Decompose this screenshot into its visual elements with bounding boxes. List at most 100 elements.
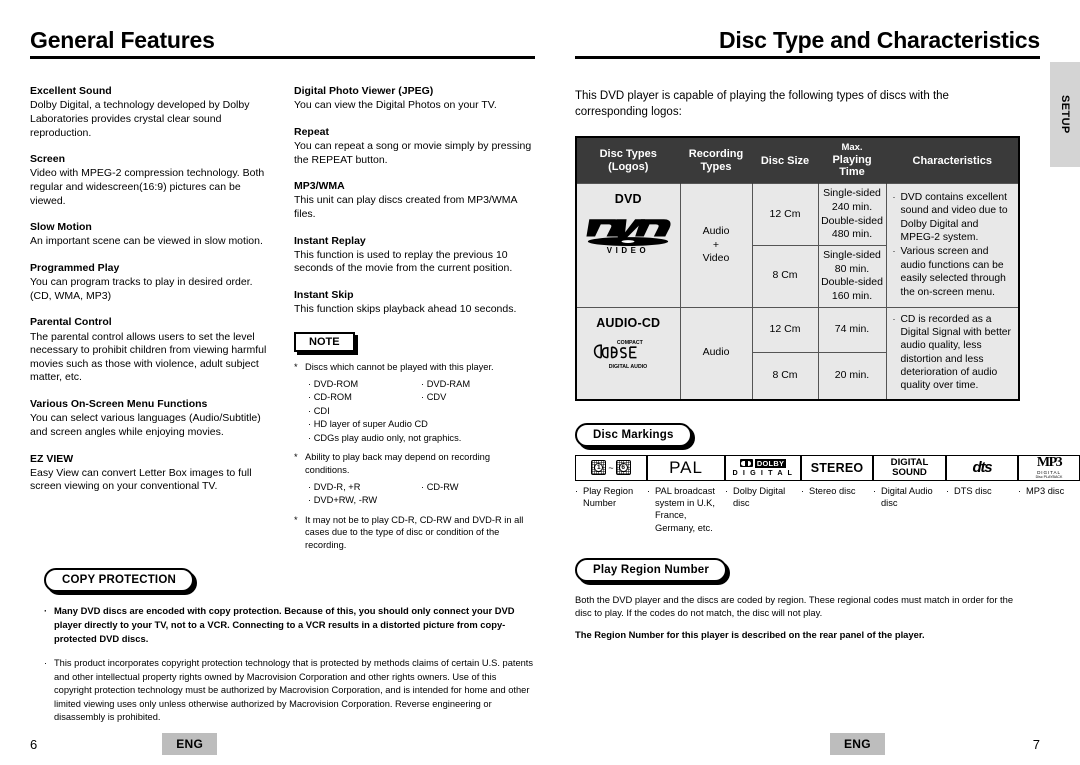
digital-sound-logo-icon: DIGITAL SOUND xyxy=(873,454,946,481)
feature-parental-control: Parental Control The parental control al… xyxy=(30,316,270,385)
copy-protection-text: Many DVD discs are encoded with copy pro… xyxy=(54,605,515,645)
feature-body: The parental control allows users to set… xyxy=(30,330,267,384)
cell-dvd-characteristics: · DVD contains excellent sound and video… xyxy=(885,183,1020,308)
list-item: · CD-RW xyxy=(421,481,459,492)
tilde-glyph: ~ xyxy=(608,462,614,473)
feature-heading: Instant Replay xyxy=(294,234,366,247)
asterisk-icon: * xyxy=(294,361,298,372)
column-header-disc-types: Disc Types (Logos) xyxy=(576,137,681,184)
feature-body: Dolby Digital, a technology developed by… xyxy=(30,99,250,139)
copy-protection-item: · This product incorporates copyright pr… xyxy=(44,657,534,724)
characteristic-item: · Various screen and audio functions can… xyxy=(892,246,1006,298)
disc-markings-section: Disc Markings 1 ~ 6 · Play Region Number xyxy=(575,422,1080,534)
svg-text:VIDEO: VIDEO xyxy=(607,246,649,255)
feature-heading: Repeat xyxy=(294,125,330,138)
column-header-characteristics: Characteristics xyxy=(886,137,1019,184)
double-d-icon xyxy=(739,459,753,468)
setup-side-tab[interactable]: SETUP xyxy=(1050,62,1080,167)
table-row-audio-cd: AUDIO-CD COMPACT DIGITAL AUDIO Audio 12 … xyxy=(575,306,1020,401)
setup-side-tab-label: SETUP xyxy=(1059,95,1071,134)
feature-heading: Instant Skip xyxy=(294,289,354,302)
feature-heading: Digital Photo Viewer (JPEG) xyxy=(294,85,434,98)
stereo-logo-icon: STEREO xyxy=(801,454,873,481)
cell-audio-cd-recording-types: Audio xyxy=(679,306,753,401)
mp3-logo-icon: MP3 DIGITAL Disc PLAYBACK xyxy=(1018,454,1080,481)
page-number-right: 7 xyxy=(1032,736,1040,752)
feature-excellent-sound: Excellent Sound Dolby Digital, a technol… xyxy=(30,85,270,140)
note-label: NOTE xyxy=(294,331,355,352)
cell-dvd-recording-types: Audio + Video xyxy=(679,183,753,308)
feature-heading: Screen xyxy=(30,153,66,166)
feature-slow-motion: Slow Motion An important scene can be vi… xyxy=(30,221,270,249)
pal-logo-icon: PAL xyxy=(647,454,725,481)
marking-caption: · DTS disc xyxy=(946,485,992,496)
feature-screen: Screen Video with MPEG-2 compression tec… xyxy=(30,153,270,208)
play-region-bold-text: The Region Number for this player is des… xyxy=(575,629,925,641)
cell-audio-cd-time-8cm: 20 min. xyxy=(817,352,887,401)
feature-ez-view: EZ VIEW Easy View can convert Letter Box… xyxy=(30,453,270,494)
marking-caption: · Digital Audio disc xyxy=(873,485,933,509)
disc-type-table: Disc Types (Logos) Recording Types Disc Si… xyxy=(575,136,1020,401)
column-2: Digital Photo Viewer (JPEG) You can view… xyxy=(294,85,534,556)
disc-name-dvd: DVD xyxy=(614,192,642,207)
note-body: * Discs which cannot be played with this… xyxy=(294,361,534,552)
marking-digital-sound: DIGITAL SOUND · Digital Audio disc xyxy=(873,454,946,510)
table-header-row: Disc Types (Logos) Recording Types Disc Si… xyxy=(576,137,1019,184)
feature-body: This function is used to replay the prev… xyxy=(294,248,513,275)
region-chip-1: 1 xyxy=(591,460,607,476)
feature-instant-replay: Instant Replay This function is used to … xyxy=(294,235,534,276)
bullet-icon: · xyxy=(946,485,950,496)
disc-markings-row: 1 ~ 6 · Play Region Number PAL · PAL bro… xyxy=(575,454,1080,534)
characteristic-item: · CD is recorded as a Digital Signal wit… xyxy=(892,313,1011,392)
disc-name-audio-cd: AUDIO-CD xyxy=(596,315,661,330)
feature-body: You can select various languages (Audio/… xyxy=(30,412,261,438)
feature-body: This function skips playback ahead 10 se… xyxy=(294,303,517,316)
feature-body: Video with MPEG-2 compression technology… xyxy=(30,167,265,207)
cell-dvd-logo: DVD VIDEO xyxy=(575,183,681,308)
footer-left: 6 ENG xyxy=(30,733,535,755)
cell-audio-cd-size-8cm: 8 Cm xyxy=(751,352,819,401)
feature-body: This unit can play discs created from MP… xyxy=(294,194,517,221)
feature-heading: Parental Control xyxy=(30,316,112,329)
bullet-icon: · xyxy=(44,605,48,616)
bullet-icon: · xyxy=(647,485,651,496)
column-header-disc-size: Disc Size xyxy=(752,137,819,184)
marking-stereo: STEREO · Stereo disc xyxy=(801,454,873,497)
left-content-columns: Excellent Sound Dolby Digital, a technol… xyxy=(30,85,535,556)
copy-protection-body: · Many DVD discs are encoded with copy p… xyxy=(44,604,534,725)
feature-mp3-wma: MP3/WMA This unit can play discs created… xyxy=(294,180,534,221)
cell-dvd-time-8cm: Single-sided 80 min. Double-sided 160 min. xyxy=(817,244,887,308)
marking-dolby-digital: DOLBY D I G I T A L · Dolby Digital disc xyxy=(725,454,801,510)
marking-pal: PAL · PAL broadcast system in U.K, Franc… xyxy=(647,454,725,534)
asterisk-icon: * xyxy=(294,452,298,463)
language-badge-right: ENG xyxy=(830,733,885,755)
marking-mp3: MP3 DIGITAL Disc PLAYBACK · MP3 disc xyxy=(1018,454,1080,497)
intro-text: This DVD player is capable of playing th… xyxy=(575,90,949,118)
cell-audio-cd-size-12cm: 12 Cm xyxy=(751,306,819,354)
bullet-icon: · xyxy=(892,246,896,257)
cell-audio-cd-logo: AUDIO-CD COMPACT DIGITAL AUDIO xyxy=(575,306,681,401)
manual-spread: General Features Excellent Sound Dolby D… xyxy=(0,0,1080,765)
column-header-recording-types: Recording Types xyxy=(680,137,753,184)
list-item: · DVD-R, +R xyxy=(308,481,361,492)
svg-text:DIGITAL AUDIO: DIGITAL AUDIO xyxy=(609,364,647,369)
disc-markings-label: Disc Markings xyxy=(575,422,692,447)
feature-heading: EZ VIEW xyxy=(30,452,74,465)
marking-dts: dts · DTS disc xyxy=(946,454,1018,497)
compact-disc-digital-audio-logo-icon: COMPACT DIGITAL AUDIO xyxy=(592,338,664,369)
marking-caption: · Dolby Digital disc xyxy=(725,485,786,509)
feature-heading: Excellent Sound xyxy=(30,85,112,98)
feature-repeat: Repeat You can repeat a song or movie si… xyxy=(294,126,534,167)
feature-heading: MP3/WMA xyxy=(294,180,345,193)
copy-protection-section: COPY PROTECTION · Many DVD discs are enc… xyxy=(44,568,534,736)
feature-body: Easy View can convert Letter Box images … xyxy=(30,466,252,493)
note-star-text: It may not be to play CD-R, CD-RW and DV… xyxy=(305,514,524,551)
region-chip-6: 6 xyxy=(615,460,631,476)
page-title-left: General Features xyxy=(30,27,215,53)
bullet-icon: · xyxy=(725,485,729,496)
note-star-item: * It may not be to play CD-R, CD-RW and … xyxy=(294,514,534,552)
bullet-icon: · xyxy=(892,313,896,324)
column-1: Excellent Sound Dolby Digital, a technol… xyxy=(30,85,270,556)
list-item: · CDV xyxy=(421,392,447,403)
copy-protection-text: This product incorporates copyright prot… xyxy=(54,658,534,723)
